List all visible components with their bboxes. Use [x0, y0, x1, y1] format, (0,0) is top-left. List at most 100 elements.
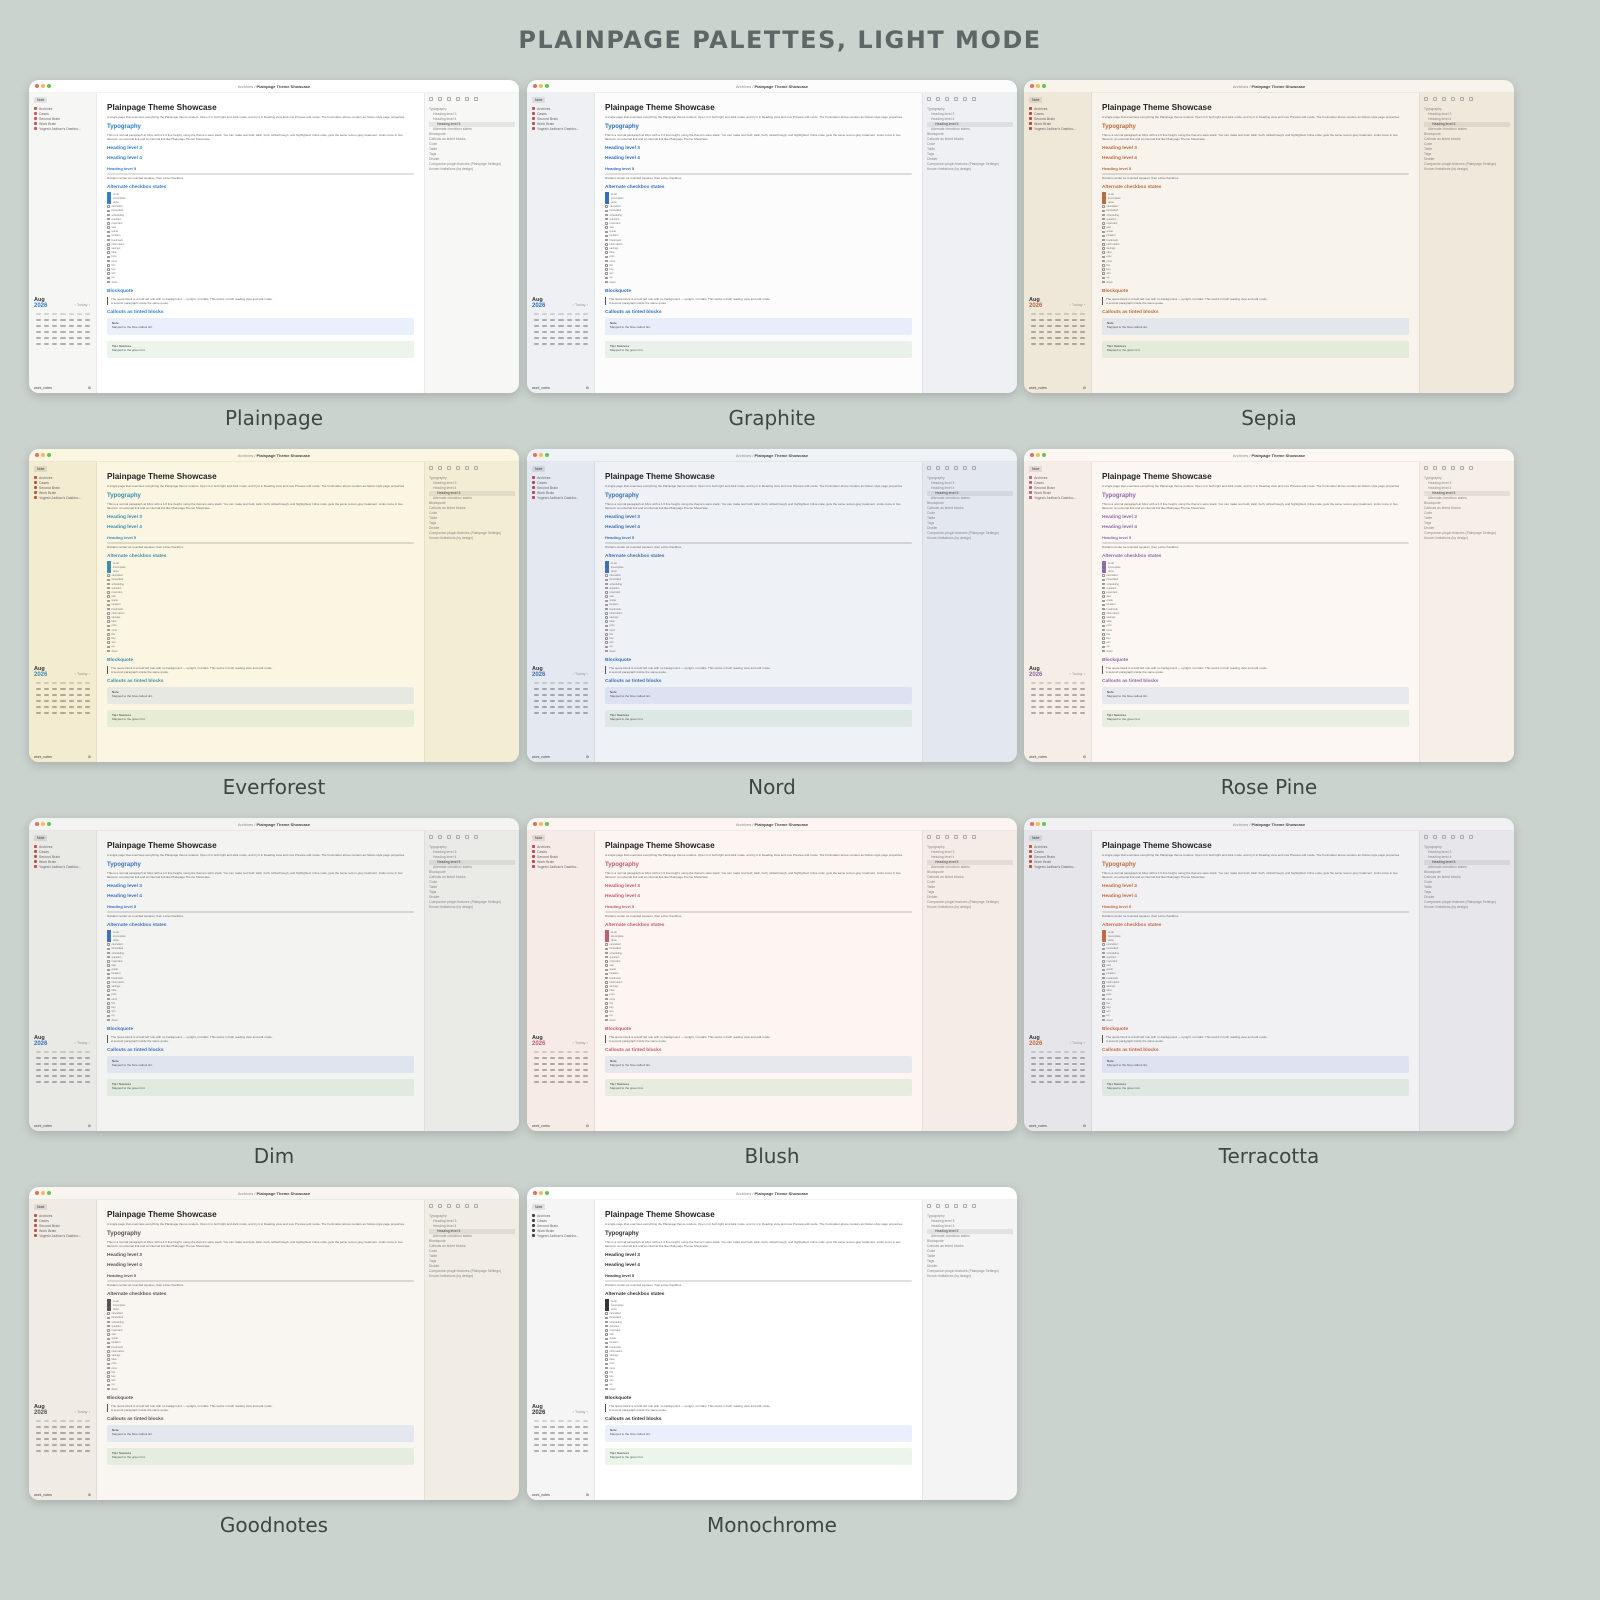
- calendar-day[interactable]: [533, 1057, 539, 1059]
- palette-screenshot[interactable]: Archives / Plainpage Theme Showcase Note…: [29, 80, 519, 393]
- zoom-window-button[interactable]: [1042, 84, 1046, 88]
- checkbox-icon[interactable]: [605, 603, 608, 607]
- calendar-grid[interactable]: [532, 1051, 590, 1083]
- calendar-day[interactable]: [566, 1063, 572, 1065]
- calendar-day[interactable]: [35, 343, 41, 345]
- checkbox-icon[interactable]: [107, 1006, 110, 1009]
- backlinks-icon[interactable]: [438, 1204, 442, 1208]
- tags-icon[interactable]: [1442, 97, 1446, 101]
- calendar-day[interactable]: [550, 1450, 556, 1452]
- calendar-icon[interactable]: [954, 1204, 958, 1208]
- calendar-day[interactable]: [68, 694, 74, 696]
- calendar-day[interactable]: [550, 1057, 556, 1059]
- calendar-day[interactable]: [60, 694, 66, 696]
- calendar-day[interactable]: [541, 682, 548, 684]
- calendar-nav[interactable]: ‹ Today ›: [75, 671, 91, 676]
- settings-icon[interactable]: ⚙: [88, 1124, 91, 1128]
- checkbox-icon[interactable]: [605, 1337, 608, 1341]
- palette-screenshot[interactable]: Archives / Plainpage Theme Showcase Note…: [1024, 80, 1514, 393]
- checkbox-icon[interactable]: [605, 1366, 608, 1370]
- calendar-day[interactable]: [541, 1426, 548, 1428]
- checkbox-icon[interactable]: [605, 582, 608, 586]
- sidebar-tab-note[interactable]: Note: [34, 466, 48, 472]
- calendar-day[interactable]: [85, 1420, 91, 1422]
- calendar-day[interactable]: [52, 1432, 58, 1434]
- calendar-grid[interactable]: [34, 1051, 92, 1083]
- calendar-day[interactable]: [541, 1075, 548, 1077]
- calendar-day[interactable]: [1030, 319, 1036, 321]
- outline-item[interactable]: Known limitations (by design): [1424, 167, 1510, 172]
- close-window-button[interactable]: [1030, 822, 1034, 826]
- calendar-day[interactable]: [76, 1069, 83, 1071]
- calendar-day[interactable]: [1071, 712, 1078, 714]
- checkbox-icon[interactable]: [107, 1307, 111, 1312]
- window-controls[interactable]: [1030, 822, 1090, 826]
- close-window-button[interactable]: [533, 453, 537, 457]
- checkbox-icon[interactable]: [605, 1379, 608, 1382]
- calendar-day[interactable]: [43, 682, 50, 684]
- checkbox-icon[interactable]: [107, 1362, 110, 1366]
- checkbox-icon[interactable]: [107, 997, 110, 1001]
- note-content[interactable]: Plainpage Theme Showcase A single page t…: [595, 831, 922, 1131]
- calendar-day[interactable]: [68, 1063, 74, 1065]
- zoom-window-button[interactable]: [1042, 453, 1046, 457]
- calendar-day[interactable]: [566, 1051, 572, 1053]
- checkbox-icon[interactable]: [1102, 574, 1105, 577]
- checkbox-icon[interactable]: [1102, 612, 1105, 615]
- calendar-day[interactable]: [60, 1426, 66, 1428]
- checkbox-icon[interactable]: [107, 637, 110, 640]
- calendar-day[interactable]: [558, 694, 564, 696]
- calendar-day[interactable]: [1071, 343, 1078, 345]
- calendar-icon[interactable]: [456, 835, 460, 839]
- calendar-day[interactable]: [558, 1450, 564, 1452]
- checkbox-icon[interactable]: [1102, 247, 1105, 250]
- calendar-day[interactable]: [533, 1081, 539, 1083]
- checkbox-icon[interactable]: [605, 938, 609, 943]
- checkbox-icon[interactable]: [605, 1350, 608, 1353]
- calendar-icon[interactable]: [1451, 97, 1455, 101]
- calendar-day[interactable]: [52, 337, 58, 339]
- calendar-day[interactable]: [76, 325, 83, 327]
- calendar-day[interactable]: [541, 319, 548, 321]
- breadcrumb-folder[interactable]: Archives: [736, 84, 751, 89]
- calendar-day[interactable]: [574, 1069, 581, 1071]
- calendar-day[interactable]: [35, 706, 41, 708]
- calendar-day[interactable]: [541, 700, 548, 702]
- checkbox-icon[interactable]: [605, 645, 608, 649]
- calendar-nav[interactable]: ‹ Today ›: [1070, 302, 1086, 307]
- vault-switcher[interactable]: work_notes ⚙: [1029, 1124, 1086, 1128]
- breadcrumb-folder[interactable]: Archives: [736, 1191, 751, 1196]
- calendar-icon[interactable]: [456, 1204, 460, 1208]
- zoom-window-button[interactable]: [47, 1191, 51, 1195]
- checkbox-icon[interactable]: [107, 1002, 110, 1005]
- calendar-day[interactable]: [1080, 688, 1086, 690]
- calendar-day[interactable]: [541, 1069, 548, 1071]
- calendar-day[interactable]: [583, 1051, 589, 1053]
- window-controls[interactable]: [533, 84, 593, 88]
- calendar-day[interactable]: [1063, 712, 1069, 714]
- checkbox-icon[interactable]: [107, 649, 110, 653]
- calendar-day[interactable]: [60, 1432, 66, 1434]
- calendar-day[interactable]: [1038, 313, 1045, 315]
- checkbox-icon[interactable]: [1102, 989, 1105, 992]
- calendar-day[interactable]: [68, 319, 74, 321]
- checkbox-icon[interactable]: [605, 943, 608, 946]
- checkbox-icon[interactable]: [1102, 230, 1105, 234]
- calendar-day[interactable]: [558, 331, 564, 333]
- checkbox-icon[interactable]: [605, 276, 608, 280]
- calendar-day[interactable]: [1055, 1057, 1061, 1059]
- calendar-day[interactable]: [35, 694, 41, 696]
- minimize-window-button[interactable]: [41, 822, 45, 826]
- checkbox-icon[interactable]: [1102, 599, 1105, 603]
- calendar-day[interactable]: [85, 1075, 91, 1077]
- checkbox-icon[interactable]: [1102, 217, 1105, 221]
- checkbox-icon[interactable]: [605, 200, 609, 205]
- checkbox-icon[interactable]: [605, 1358, 608, 1361]
- calendar-day[interactable]: [60, 688, 66, 690]
- checkbox-icon[interactable]: [1102, 649, 1105, 653]
- checkbox-icon[interactable]: [107, 243, 110, 246]
- checkbox-icon[interactable]: [1102, 276, 1105, 280]
- checkbox-icon[interactable]: [107, 993, 110, 997]
- backlinks-icon[interactable]: [936, 835, 940, 839]
- calendar-day[interactable]: [1080, 337, 1086, 339]
